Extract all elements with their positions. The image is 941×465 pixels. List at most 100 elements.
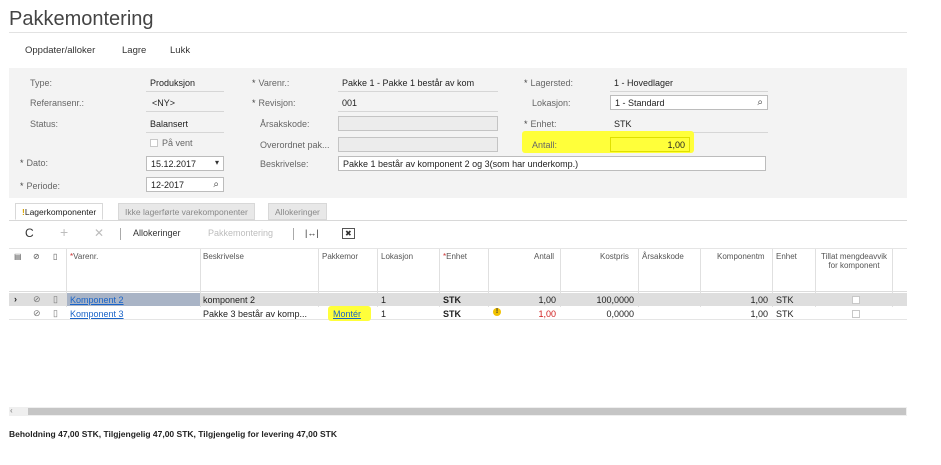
date-label-text: Dato: [26, 158, 49, 168]
add-row-icon[interactable]: + [60, 224, 68, 240]
reason-input[interactable] [338, 116, 498, 131]
location-input[interactable]: 1 - Standard ⌕ [610, 95, 768, 110]
warehouse-underline [610, 91, 768, 92]
item-link[interactable]: Komponent 3 [70, 309, 124, 319]
tab-stock-components[interactable]: !Lagerkomponenter [15, 203, 104, 220]
allow-deviation-checkbox[interactable] [852, 296, 860, 304]
row-cost[interactable]: 0,0000 [580, 309, 634, 319]
search-icon[interactable]: ⌕ [213, 179, 219, 190]
col-location[interactable]: Lokasjon [381, 252, 413, 261]
col-unit2[interactable]: Enhet [776, 252, 797, 261]
revision-value[interactable]: 001 [342, 98, 357, 108]
reason-label: Årsakskode: [260, 119, 310, 129]
item-underline [338, 91, 498, 92]
item-required-mark: * [252, 78, 256, 88]
period-value: 12-2017 [151, 180, 185, 190]
col-cost[interactable]: Kostpris [600, 252, 629, 261]
unit-value[interactable]: STK [614, 119, 632, 129]
save-button[interactable]: Lagre [122, 45, 146, 56]
attachment-icon[interactable]: ⊘ [33, 294, 41, 305]
period-label: * Periode: [20, 181, 60, 191]
note-icon[interactable]: ▯ [53, 308, 58, 319]
delete-row-icon[interactable]: ✕ [94, 226, 104, 240]
ref-label: Referansenr.: [30, 98, 85, 108]
col-allow-deviation[interactable]: Tillat mengdeavvik for komponent [818, 252, 890, 270]
row-cost[interactable]: 100,0000 [580, 295, 634, 305]
qty-input[interactable]: 1,00 [610, 137, 690, 152]
toolbar-separator [293, 228, 294, 240]
row-unit2[interactable]: STK [776, 309, 794, 319]
chevron-down-icon[interactable]: ▾ [215, 158, 219, 167]
fit-columns-icon[interactable]: |↔| [305, 228, 319, 238]
row-location[interactable]: 1 [381, 295, 386, 305]
col-parent[interactable]: Pakkemor [322, 252, 358, 261]
item-value[interactable]: Pakke 1 - Pakke 1 består av kom [342, 78, 496, 88]
status-label: Status: [30, 119, 59, 129]
row-description[interactable]: Pakke 3 består av komp... [203, 309, 316, 319]
allocations-button[interactable]: Allokeringer [133, 228, 181, 238]
col-qty[interactable]: Antall [534, 252, 554, 261]
tab-nonstock-components[interactable]: Ikke lagerførte varekomponenter [118, 203, 255, 220]
period-required-mark: * [20, 181, 24, 191]
close-button[interactable]: Lukk [170, 45, 190, 56]
assembly-button[interactable]: Pakkemontering [208, 228, 273, 238]
ref-underline [146, 111, 224, 112]
update-allocate-button[interactable]: Oppdater/alloker [25, 45, 95, 56]
scroll-left-icon[interactable]: ‹ [10, 406, 13, 415]
parent-input[interactable] [338, 137, 498, 152]
parent-label: Overordnet pak... [260, 140, 330, 150]
col-description[interactable]: Beskrivelse [203, 252, 244, 261]
note-icon[interactable]: ▯ [53, 294, 58, 305]
row-description[interactable]: komponent 2 [203, 295, 255, 305]
col-unit[interactable]: *Enhet [443, 252, 467, 261]
row-location[interactable]: 1 [381, 309, 386, 319]
date-input[interactable]: 15.12.2017 ▾ [146, 156, 224, 171]
tab-allocations[interactable]: Allokeringer [268, 203, 327, 220]
row-selector-icon[interactable]: › [14, 294, 17, 304]
row-qty[interactable]: 1,00 [520, 309, 556, 319]
attachment-icon[interactable]: ⊘ [33, 308, 41, 319]
refresh-icon[interactable]: C [25, 226, 34, 240]
row-unit2[interactable]: STK [776, 295, 794, 305]
type-value[interactable]: Produksjon [150, 78, 195, 88]
item-label-text: Varenr.: [258, 78, 290, 88]
title-divider [9, 32, 907, 33]
row-unit[interactable]: STK [443, 309, 461, 319]
assemble-link[interactable]: Montér [333, 309, 361, 319]
col-unit-label: Enhet [446, 252, 468, 261]
tab-divider [9, 220, 907, 221]
stock-status: Beholdning 47,00 STK, Tilgjengelig 47,00… [9, 429, 337, 439]
col-reason[interactable]: Årsakskode [642, 252, 684, 261]
period-input[interactable]: 12-2017 ⌕ [146, 177, 224, 192]
row-component-qty[interactable]: 1,00 [720, 295, 768, 305]
type-underline [146, 91, 224, 92]
export-excel-icon[interactable]: ✖ [342, 228, 355, 239]
warning-icon: ! [493, 308, 501, 316]
unit-label-text: Enhet: [530, 119, 557, 129]
description-input[interactable]: Pakke 1 består av komponent 2 og 3(som h… [338, 156, 766, 171]
allow-deviation-checkbox[interactable] [852, 310, 860, 318]
warehouse-value[interactable]: 1 - Hovedlager [614, 78, 673, 88]
col-component-qty[interactable]: Komponentm [717, 252, 765, 261]
hold-label: På vent [162, 138, 193, 148]
type-label: Type: [30, 78, 53, 88]
date-label: * Dato: [20, 158, 48, 168]
scrollbar-thumb[interactable] [28, 408, 906, 415]
status-value[interactable]: Balansert [150, 119, 188, 129]
row-unit[interactable]: STK [443, 295, 461, 305]
unit-label: * Enhet: [524, 119, 557, 129]
col-item[interactable]: *Varenr. [70, 252, 98, 261]
note-icon[interactable]: ▯ [53, 252, 57, 261]
toolbar-separator [120, 228, 121, 240]
description-label: Beskrivelse: [260, 159, 309, 169]
warehouse-required-mark: * [524, 78, 528, 88]
ref-value[interactable]: <NY> [152, 98, 175, 108]
item-link[interactable]: Komponent 2 [70, 295, 124, 305]
search-icon[interactable]: ⌕ [757, 97, 763, 108]
row-qty[interactable]: 1,00 [520, 295, 556, 305]
grid-icon[interactable]: ▤ [14, 252, 22, 261]
hold-checkbox[interactable] [150, 139, 158, 147]
attachment-icon[interactable]: ⊘ [33, 252, 40, 261]
row-component-qty[interactable]: 1,00 [720, 309, 768, 319]
unit-required-mark: * [524, 119, 528, 129]
